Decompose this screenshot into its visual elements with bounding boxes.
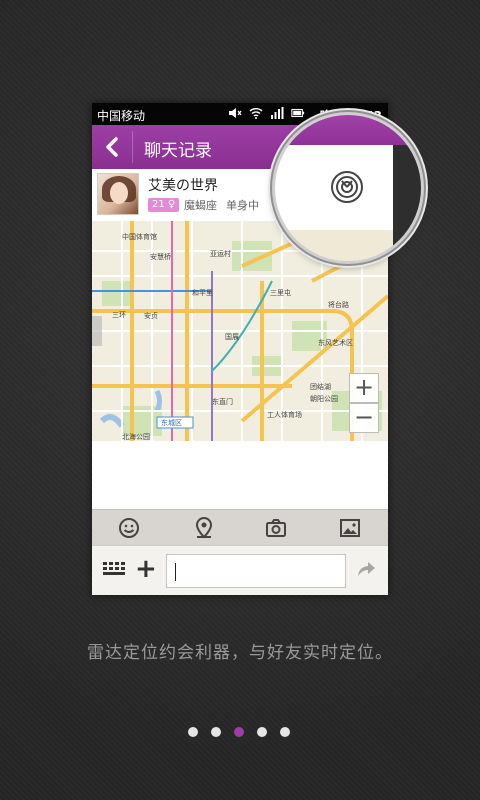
magnifier-lens xyxy=(275,115,421,261)
svg-text:工人体育场: 工人体育场 xyxy=(267,410,302,419)
magnified-edge xyxy=(393,145,421,261)
svg-text:东城区: 东城区 xyxy=(161,418,182,427)
svg-text:东直门: 东直门 xyxy=(212,397,233,406)
map-side-tab[interactable] xyxy=(92,316,102,346)
image-icon[interactable] xyxy=(338,516,362,540)
page-dot-5[interactable] xyxy=(280,727,290,737)
add-attachment-button[interactable]: + xyxy=(135,554,157,584)
svg-text:国展: 国展 xyxy=(225,333,239,341)
smiley-icon[interactable] xyxy=(117,516,141,540)
magnified-map xyxy=(275,230,393,261)
feature-caption: 雷达定位约会利器，与好友实时定位。 xyxy=(87,643,393,663)
map-label-1: 中国体育馆 xyxy=(122,232,157,241)
profile-name: 艾美の世界 xyxy=(148,178,218,194)
svg-text:亚运村: 亚运村 xyxy=(210,249,231,258)
svg-text:三里屯: 三里屯 xyxy=(270,288,291,297)
chat-area xyxy=(92,441,388,509)
svg-text:团结湖: 团结湖 xyxy=(310,382,331,391)
age-gender-badge: 21 ♀ xyxy=(148,198,180,212)
zoom-in-button[interactable]: + xyxy=(349,373,379,403)
svg-text:朝阳公园: 朝阳公园 xyxy=(310,394,338,403)
location-pin-icon[interactable] xyxy=(192,516,216,540)
svg-text:北海公园: 北海公园 xyxy=(122,432,150,441)
page-dot-3[interactable] xyxy=(234,727,244,737)
title-divider xyxy=(132,131,133,163)
avatar[interactable] xyxy=(97,173,139,215)
input-bar: + xyxy=(92,545,388,595)
chat-toolbar xyxy=(92,509,388,546)
wifi-icon xyxy=(249,108,263,119)
relationship-status: 单身中 xyxy=(226,199,259,212)
page-dot-2[interactable] xyxy=(211,727,221,737)
svg-text:三环: 三环 xyxy=(112,311,126,319)
svg-text:和平里: 和平里 xyxy=(192,288,213,297)
svg-text:东风艺术区: 东风艺术区 xyxy=(318,338,353,347)
mute-icon xyxy=(229,108,242,118)
magnified-title-bar xyxy=(275,115,421,145)
locate-me-icon[interactable] xyxy=(330,170,364,204)
camera-icon[interactable] xyxy=(264,516,288,540)
send-icon[interactable] xyxy=(356,560,376,578)
page-indicator xyxy=(188,727,290,737)
zodiac-label: 魔蝎座 xyxy=(184,199,217,212)
avatar-face xyxy=(110,182,128,204)
svg-text:将台路: 将台路 xyxy=(328,300,349,309)
chevron-left-icon xyxy=(106,137,118,157)
page-dot-4[interactable] xyxy=(257,727,267,737)
message-input[interactable] xyxy=(166,554,346,588)
keyboard-icon[interactable] xyxy=(102,561,126,579)
page-dot-1[interactable] xyxy=(188,727,198,737)
page-title: 聊天记录 xyxy=(144,141,212,161)
text-cursor xyxy=(175,563,176,581)
zoom-out-button[interactable]: − xyxy=(349,403,379,433)
back-button[interactable] xyxy=(92,125,132,169)
svg-text:安贞: 安贞 xyxy=(144,311,158,320)
carrier-label: 中国移动 xyxy=(97,109,146,123)
svg-text:安慧桥: 安慧桥 xyxy=(150,252,171,261)
